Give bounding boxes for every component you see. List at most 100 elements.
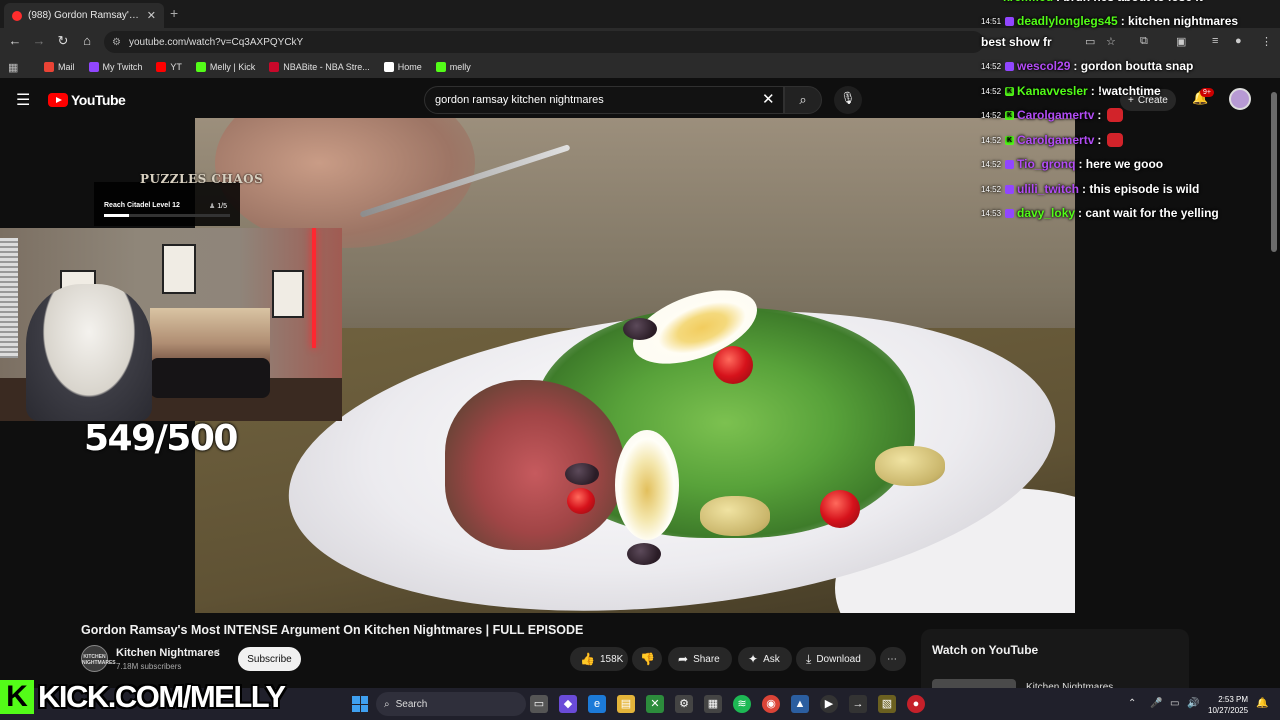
chat-overlay: kremfied: bruh hes about to lose it 14:51… [975,0,1280,230]
bookmark-my-twitch[interactable]: My Twitch [88,62,142,72]
chat-message: 14:52 ulili_twitch: this episode is wild [975,182,1199,196]
xbox-icon[interactable]: ✕ [646,695,664,713]
dislike-button[interactable]: 👎 [632,647,662,671]
youtube-icon [156,62,167,72]
chat-username: Carolgamertv [1017,133,1095,147]
windows-start-icon[interactable] [352,696,368,712]
video-frame-tomato [820,490,860,528]
chat-emote-icon [1107,133,1124,147]
site-info-icon[interactable]: ⚙ [112,37,121,48]
chrome-icon[interactable]: ◉ [762,695,780,713]
browser-tab[interactable]: (988) Gordon Ramsay's Mo ✕ [4,3,164,28]
chat-timestamp: 14:53 [981,208,1002,218]
watch-on-youtube-label: Watch on YouTube [932,643,1039,657]
search-icon: ⌕ [384,698,390,710]
spotify-icon[interactable]: ≋ [733,695,751,713]
chat-message: 14:52 K Kanavvesler: !watchtime [975,84,1161,98]
twitch-badge-icon [1005,184,1014,194]
bookmark-home[interactable]: Home [383,62,422,72]
network-icon[interactable]: ▭ [1170,698,1179,709]
chat-message: 14:52 K Carolgamertv: [975,108,1124,122]
bookmark-mail[interactable]: Mail [44,62,75,72]
new-tab-button[interactable]: + [170,5,178,21]
edge-icon[interactable]: e [588,695,606,713]
app-icon[interactable]: ▧ [878,695,896,713]
menu-icon[interactable]: ☰ [16,90,30,110]
chat-text: : cant wait for the yelling [1078,206,1219,220]
photos-icon[interactable]: ▲ [791,695,809,713]
store-icon[interactable]: ▦ [704,695,722,713]
tab-title: (988) Gordon Ramsay's Mo [28,10,141,21]
back-icon[interactable]: ← [6,33,24,48]
gmail-icon [44,62,54,72]
copilot-icon[interactable]: ◆ [559,695,577,713]
download-button[interactable]: ⤓ Download [796,647,876,671]
search-icon: ⌕ [799,92,807,107]
address-bar[interactable]: ⚙ youtube.com/watch?v=Cq3AXPQYCkY [104,31,984,53]
system-clock[interactable]: 2:53 PM 10/27/2025 [1208,694,1248,716]
app-icon[interactable]: → [849,695,867,713]
apps-grid-icon[interactable]: ▦ [8,61,30,74]
chat-timestamp: 14:52 [981,110,1002,120]
like-button[interactable]: 👍 158K [570,647,628,671]
twitch-badge-icon [1005,159,1014,169]
forward-icon[interactable]: → [30,33,48,48]
goal-progress-fill [104,214,130,217]
obs-icon[interactable]: ● [907,695,925,713]
chat-message: 14:52 Tio_gronq: here we gooo [975,157,1163,171]
chat-username: davy_loky [1017,206,1076,220]
clear-search-icon[interactable]: ✕ [762,90,775,108]
ask-button[interactable]: ✦ Ask [738,647,792,671]
chat-text: : here we gooo [1078,157,1164,171]
kick-badge-icon: K [1005,135,1014,145]
chat-text: : [1097,108,1102,122]
kick-badge-icon: K [1005,86,1014,96]
youtube-logo[interactable]: YouTube [48,92,126,108]
taskbar-search[interactable]: ⌕ Search [376,692,526,716]
settings-icon[interactable]: ⚙ [675,695,693,713]
file-explorer-icon[interactable]: ▤ [617,695,635,713]
microphone-icon[interactable]: 🎤 [1150,698,1162,709]
webcam-poster [272,270,304,318]
video-frame-egg [615,430,679,540]
bookmark-melly[interactable]: melly [435,62,471,72]
thumbs-up-icon: 👍 [580,652,595,666]
video-frame-potato [875,446,945,486]
video-frame-tomato [713,346,753,384]
bookmark-melly-kick[interactable]: Melly | Kick [195,62,255,72]
chat-timestamp: 14:52 [981,86,1002,96]
chat-text: : !watchtime [1090,84,1161,98]
bookmark-nbabite[interactable]: NBABite - NBA Stre... [269,62,370,72]
webcam-gaming-chair [26,284,152,421]
channel-name[interactable]: Kitchen Nightmares [116,647,220,659]
chat-username: Carolgamertv [1017,108,1095,122]
more-actions-button[interactable]: ⋯ [880,647,906,671]
task-view-icon[interactable]: ▭ [530,695,548,713]
close-tab-icon[interactable]: ✕ [147,9,156,22]
search-input[interactable]: gordon ramsay kitchen nightmares [424,86,784,114]
volume-icon[interactable]: 🔊 [1187,698,1199,709]
bookmark-yt[interactable]: YT [156,62,182,72]
media-player-icon[interactable]: ▶ [820,695,838,713]
thumbs-down-icon: 👎 [640,652,655,666]
tray-overflow-icon[interactable]: ⌃ [1128,698,1136,709]
puzzles-chaos-logo: PUZZLES CHAOS [140,172,264,186]
chat-username: kremfied [1003,0,1053,4]
video-frame-olive [565,463,599,485]
voice-search-icon[interactable]: 🎙 [834,86,862,114]
reload-icon[interactable]: ↻ [54,33,72,49]
chat-username: ulili_twitch [1017,182,1080,196]
chat-username: wescol29 [1017,59,1071,73]
notification-center-icon[interactable]: 🔔 [1256,698,1268,709]
chat-text: : bruh hes about to lose it [1056,0,1203,4]
kick-banner: K KICK.COM/MELLY [0,677,286,717]
video-frame-tomato [567,488,595,514]
channel-avatar[interactable]: KITCHEN NIGHTMARES [81,645,116,672]
home-icon[interactable]: ⌂ [78,33,96,48]
search-button[interactable]: ⌕ [784,86,822,114]
chat-timestamp: 14:52 [981,159,1002,169]
chat-message: 14:52 K Carolgamertv: [975,133,1124,147]
subscribe-button[interactable]: Subscribe [238,647,301,671]
share-button[interactable]: ➦ Share [668,647,732,671]
kick-icon [435,62,446,72]
